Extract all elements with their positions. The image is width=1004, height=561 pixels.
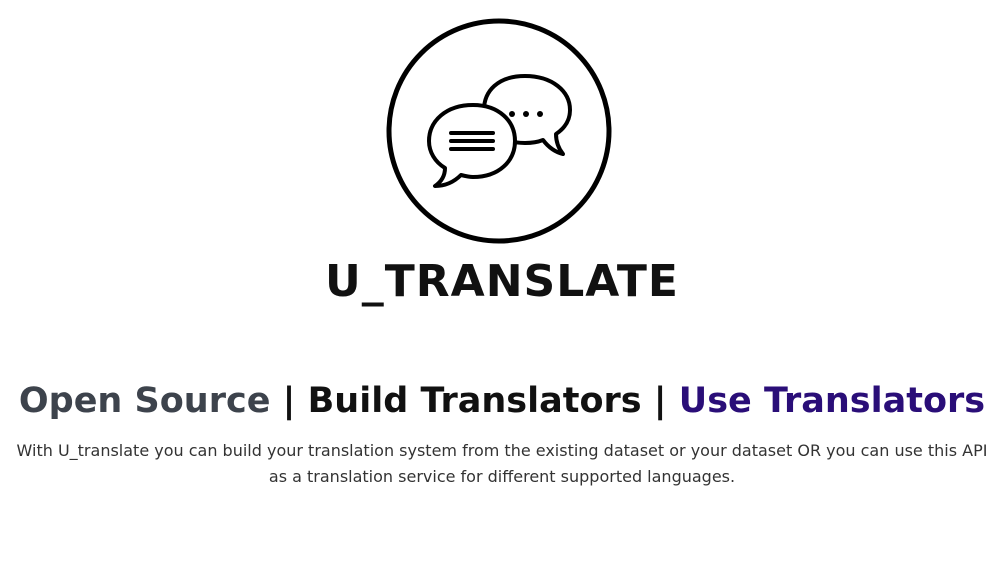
- page-headline: Open Source | Build Translators | Use Tr…: [0, 374, 1004, 428]
- headline-separator: |: [282, 381, 296, 421]
- headline-build-translators: Build Translators: [307, 381, 642, 421]
- page-description: With U_translate you can build your tran…: [16, 441, 988, 486]
- logo-wordmark: U_TRANSLATE: [325, 256, 679, 307]
- headline-use-translators: Use Translators: [678, 381, 986, 421]
- chat-bubbles-icon: [386, 18, 612, 244]
- headline-open-source: Open Source: [18, 381, 271, 421]
- headline-separator: |: [653, 381, 667, 421]
- logo: [385, 18, 613, 246]
